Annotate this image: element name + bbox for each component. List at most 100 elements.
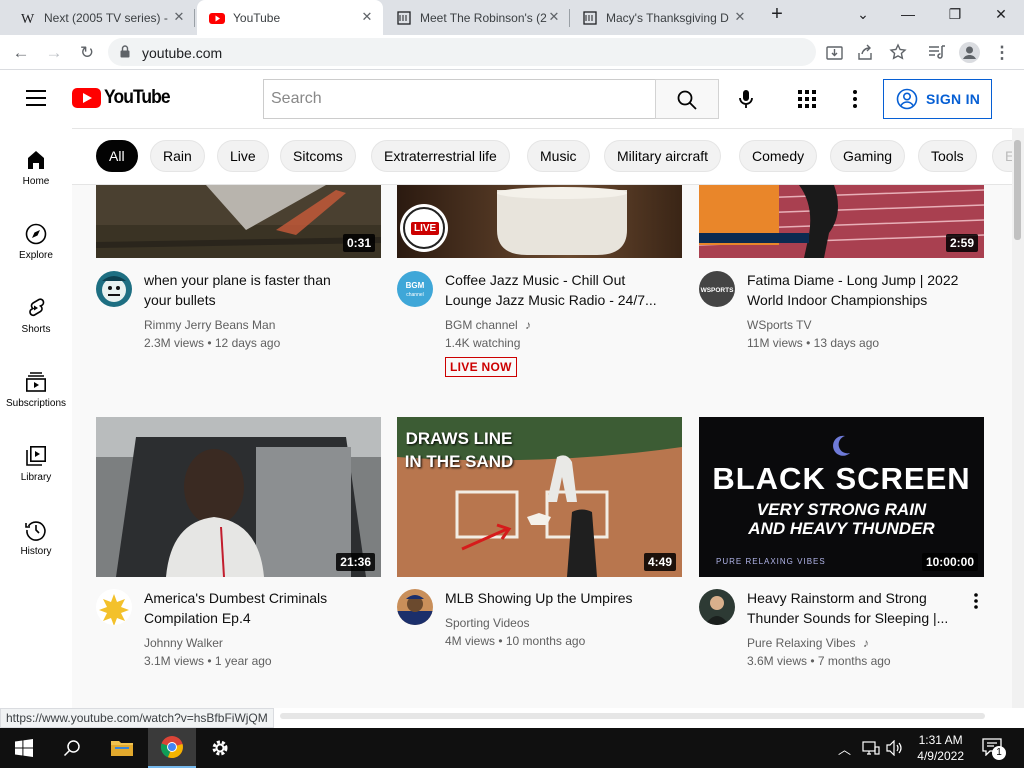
close-window-icon[interactable]: ✕	[989, 6, 1013, 23]
chip-rain[interactable]: Rain	[150, 140, 205, 172]
profile-icon[interactable]	[959, 42, 980, 63]
reload-icon[interactable]: ↻	[75, 41, 99, 65]
back-icon[interactable]: ←	[9, 41, 33, 65]
apps-grid-icon[interactable]	[796, 88, 818, 110]
address-bar[interactable]: youtube.com	[108, 38, 816, 66]
video-title[interactable]: America's Dumbest Criminals Compilation …	[144, 588, 364, 628]
video-meta: 4M views • 10 months ago	[445, 634, 586, 648]
chip-sitcoms[interactable]: Sitcoms	[280, 140, 356, 172]
system-clock[interactable]: 1:31 AM 4/9/2022	[917, 732, 964, 764]
folder-icon	[111, 741, 133, 756]
chip-gaming[interactable]: Gaming	[830, 140, 906, 172]
chip-all[interactable]: All	[96, 140, 138, 172]
microphone-icon[interactable]	[734, 87, 758, 111]
sidebar-item-shorts[interactable]: Shorts	[0, 296, 72, 335]
channel-avatar[interactable]: WSPORTS	[699, 271, 735, 307]
notifications-button[interactable]: 1	[982, 738, 1006, 761]
video-thumbnail[interactable]: 0:31	[96, 185, 381, 258]
reading-list-icon[interactable]	[928, 44, 946, 61]
channel-avatar[interactable]	[699, 589, 735, 625]
chip-military-aircraft[interactable]: Military aircraft	[604, 140, 722, 172]
sidebar-item-home[interactable]: Home	[0, 148, 72, 187]
chrome-menu-icon[interactable]: ⋮	[990, 41, 1014, 65]
close-tab-icon[interactable]: ✕	[171, 9, 187, 25]
video-thumbnail[interactable]: BLACK SCREEN VERY STRONG RAIN AND HEAVY …	[699, 417, 984, 577]
chip-extraterrestrial-life[interactable]: Extraterrestrial life	[371, 140, 510, 172]
video-title[interactable]: Fatima Diame - Long Jump | 2022 World In…	[747, 270, 967, 310]
browser-tab[interactable]: Meet The Robinson's (2 ✕	[384, 0, 570, 35]
close-tab-icon[interactable]: ✕	[359, 9, 375, 25]
lock-icon	[120, 45, 130, 58]
chevron-up-icon[interactable]: ︿	[838, 739, 851, 758]
tab-title: Next (2005 TV series) -	[44, 10, 168, 25]
new-tab-icon[interactable]: +	[765, 3, 789, 26]
search-button[interactable]	[655, 79, 719, 119]
share-icon[interactable]	[857, 44, 874, 61]
sidebar-item-explore[interactable]: Explore	[0, 222, 72, 261]
browser-tab[interactable]: Macy's Thanksgiving D ✕	[570, 0, 756, 35]
close-tab-icon[interactable]: ✕	[732, 9, 748, 25]
video-thumbnail[interactable]: 2:59	[699, 185, 984, 258]
channel-avatar[interactable]	[397, 589, 433, 625]
horizontal-scrollbar[interactable]	[280, 713, 985, 719]
channel-name[interactable]: Sporting Videos	[445, 616, 530, 630]
duration-badge: 2:59	[945, 234, 978, 252]
notification-count-badge: 1	[992, 746, 1006, 760]
more-vertical-icon[interactable]	[845, 88, 865, 110]
chip-comedy[interactable]: Comedy	[739, 140, 818, 172]
sidebar-item-subscriptions[interactable]: Subscriptions	[0, 370, 72, 409]
forward-icon[interactable]: →	[42, 41, 66, 65]
chrome-taskbar-button[interactable]	[148, 728, 196, 768]
browser-tab-active[interactable]: YouTube ✕	[197, 0, 383, 35]
channel-avatar[interactable]: BGM channel	[397, 271, 433, 307]
video-menu-icon[interactable]	[968, 592, 984, 610]
channel-name[interactable]: Rimmy Jerry Beans Man	[144, 318, 275, 332]
browser-tab-strip: W Next (2005 TV series) - ✕ YouTube ✕ Me…	[0, 0, 1024, 35]
chip-music[interactable]: Music	[527, 140, 590, 172]
youtube-logo[interactable]: YouTube	[72, 87, 175, 109]
video-title[interactable]: when your plane is faster than your bull…	[144, 270, 364, 310]
vertical-scrollbar[interactable]	[1012, 128, 1024, 708]
video-thumbnail[interactable]: DRAWS LINE IN THE SAND 4:49	[397, 417, 682, 577]
hamburger-menu-icon[interactable]	[26, 90, 46, 106]
restore-icon[interactable]: ❐	[943, 6, 967, 23]
tab-search-icon[interactable]: ⌄	[851, 6, 875, 23]
channel-avatar[interactable]	[96, 589, 132, 625]
start-button[interactable]	[0, 728, 48, 768]
chrome-icon	[160, 736, 183, 759]
chip-tools[interactable]: Tools	[918, 140, 977, 172]
video-title[interactable]: Coffee Jazz Music - Chill Out Lounge Jaz…	[445, 270, 665, 310]
video-title[interactable]: MLB Showing Up the Umpires	[445, 588, 665, 608]
search-taskbar-button[interactable]	[48, 728, 96, 768]
install-icon[interactable]	[826, 44, 843, 61]
video-thumbnail[interactable]: 21:36	[96, 417, 381, 577]
wikipedia-icon: W	[21, 12, 35, 26]
channel-name[interactable]: BGM channel ♪	[445, 318, 531, 332]
channel-name[interactable]: WSports TV	[747, 318, 811, 332]
sidebar-item-library[interactable]: Library	[0, 444, 72, 483]
sign-in-button[interactable]: SIGN IN	[883, 79, 992, 119]
close-tab-icon[interactable]: ✕	[546, 9, 562, 25]
history-icon	[25, 521, 46, 541]
youtube-play-icon	[72, 88, 101, 108]
file-explorer-button[interactable]	[98, 728, 146, 768]
video-title[interactable]: Heavy Rainstorm and Strong Thunder Sound…	[747, 588, 967, 628]
volume-icon[interactable]	[886, 740, 904, 756]
chip-partial[interactable]: E	[992, 140, 1012, 172]
sidebar-item-history[interactable]: History	[0, 518, 72, 557]
bookmark-star-icon[interactable]	[889, 43, 907, 61]
video-thumbnail[interactable]: LIVE	[397, 185, 682, 258]
duration-badge: 10:00:00	[921, 553, 978, 571]
browser-tab[interactable]: W Next (2005 TV series) - ✕	[8, 0, 195, 35]
channel-name[interactable]: Pure Relaxing Vibes ♪	[747, 636, 869, 650]
tab-title: Meet The Robinson's (2	[420, 10, 547, 25]
minimize-icon[interactable]: —	[896, 6, 920, 22]
channel-name[interactable]: Johnny Walker	[144, 636, 223, 650]
channel-avatar[interactable]	[96, 271, 132, 307]
star-avatar-image	[99, 594, 129, 625]
chip-live[interactable]: Live	[217, 140, 269, 172]
network-icon[interactable]	[862, 740, 880, 756]
settings-taskbar-button[interactable]	[196, 728, 244, 768]
page-icon	[583, 10, 597, 25]
search-input[interactable]	[264, 80, 656, 118]
